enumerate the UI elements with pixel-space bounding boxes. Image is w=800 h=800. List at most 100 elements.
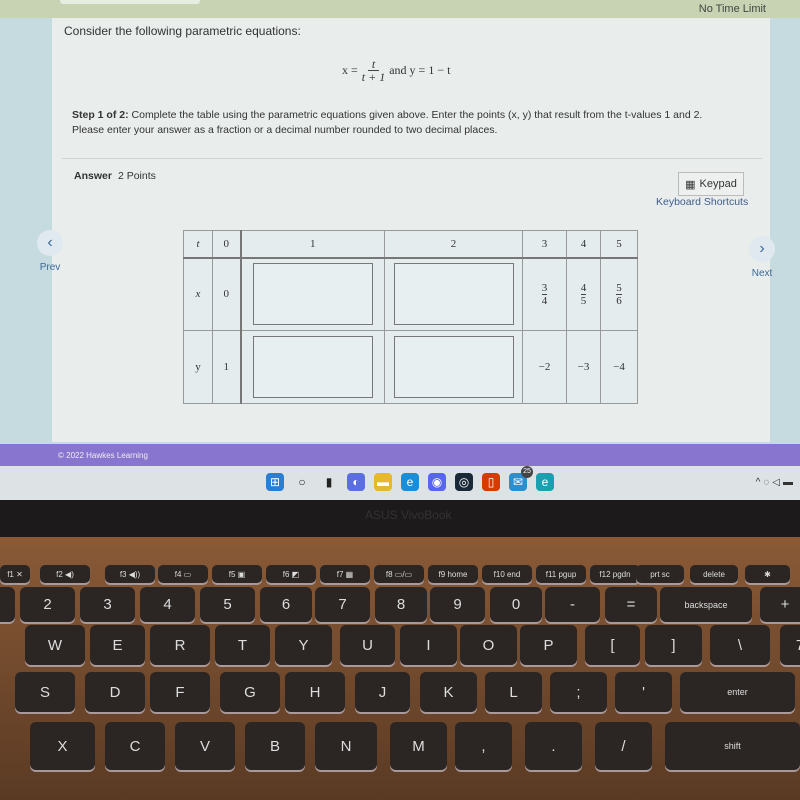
system-tray[interactable]: ^◌◁▬ (756, 477, 796, 488)
edge-beta-icon[interactable]: e (536, 473, 554, 491)
key-f11pgup[interactable]: f11 pgup (536, 565, 586, 583)
key-b[interactable]: B (245, 722, 305, 770)
edge-icon[interactable]: e (401, 473, 419, 491)
mail-icon[interactable]: ✉ 25 (509, 466, 533, 491)
key-enter[interactable]: enter (680, 672, 795, 712)
taskbar-icons: ⊞ ○ ▮ ◐ ▬ e ◉ ◎ ▯ ✉ 25 e (266, 466, 554, 491)
key-f4[interactable]: f4 ▭ (158, 565, 208, 583)
key-delete[interactable]: delete (690, 565, 738, 583)
key-symbol[interactable]: ' (615, 672, 672, 712)
chevron-left-icon: ‹ (37, 230, 63, 256)
y-input-t1[interactable] (252, 336, 373, 398)
y-cell: −2 (522, 330, 567, 404)
key-symbol[interactable]: [ (585, 625, 640, 665)
key-p[interactable]: P (520, 625, 577, 665)
x-input-cell (240, 257, 385, 331)
key-6[interactable]: 6 (260, 587, 312, 622)
key-f[interactable]: F (150, 672, 210, 712)
key-symbol[interactable]: = (605, 587, 657, 622)
key-symbol[interactable]: , (455, 722, 512, 770)
key-f12pgdn[interactable]: f12 pgdn (590, 565, 640, 583)
key-f1[interactable]: f1 ✕ (0, 565, 30, 583)
key-symbol[interactable]: + (760, 587, 800, 622)
t-cell: 2 (384, 230, 523, 259)
key-e[interactable]: E (90, 625, 145, 665)
key-w[interactable]: W (25, 625, 85, 665)
key-l[interactable]: L (485, 672, 542, 712)
key-k[interactable]: K (420, 672, 477, 712)
key-8[interactable]: 8 (375, 587, 427, 622)
battery-icon: ▬ (783, 477, 796, 488)
key-i[interactable]: I (400, 625, 457, 665)
key-symbol[interactable]: \ (710, 625, 770, 665)
key-f6[interactable]: f6 ◩ (266, 565, 316, 583)
keypad-button[interactable]: ▦ Keypad (678, 172, 744, 196)
key-y[interactable]: Y (275, 625, 332, 665)
task-view-icon[interactable]: ▮ (320, 473, 338, 491)
y-input-t2[interactable] (393, 336, 514, 398)
top-tab[interactable] (60, 0, 200, 4)
key-g[interactable]: G (220, 672, 280, 712)
key-2[interactable]: 2 (20, 587, 75, 622)
chat-icon[interactable]: ◐ (347, 473, 365, 491)
x-input-t1[interactable] (252, 263, 373, 326)
office-icon[interactable]: ▯ (482, 473, 500, 491)
key-t[interactable]: T (215, 625, 270, 665)
key-f2[interactable]: f2 ◀) (40, 565, 90, 583)
x-input-t2[interactable] (393, 263, 514, 326)
prev-button[interactable]: ‹ Prev (30, 230, 70, 273)
key-r[interactable]: R (150, 625, 210, 665)
key-symbol[interactable]: ] (645, 625, 702, 665)
key-shift[interactable]: shift (665, 722, 800, 770)
fraction: 56 (616, 282, 622, 307)
key-symbol[interactable] (0, 587, 15, 622)
key-o[interactable]: O (460, 625, 517, 665)
key-symbol[interactable]: . (525, 722, 582, 770)
key-s[interactable]: S (15, 672, 75, 712)
key-4[interactable]: 4 (140, 587, 195, 622)
x-cell: 0 (212, 257, 242, 331)
key-x[interactable]: X (30, 722, 95, 770)
key-f8[interactable]: f8 ▭/▭ (374, 565, 424, 583)
key-9[interactable]: 9 (430, 587, 485, 622)
key-symbol[interactable]: / (595, 722, 652, 770)
key-3[interactable]: 3 (80, 587, 135, 622)
key-v[interactable]: V (175, 722, 235, 770)
key-j[interactable]: J (355, 672, 410, 712)
key-f10end[interactable]: f10 end (482, 565, 532, 583)
t-cell: 3 (522, 230, 567, 259)
keyboard-shortcuts-link[interactable]: Keyboard Shortcuts (656, 196, 748, 208)
key-backspace[interactable]: backspace (660, 587, 752, 622)
fraction: 34 (541, 282, 548, 307)
key-f7[interactable]: f7 ▦ (320, 565, 370, 583)
key-n[interactable]: N (315, 722, 377, 770)
key-7[interactable]: 7 (315, 587, 370, 622)
key-symbol[interactable]: ✱ (745, 565, 790, 583)
key-h[interactable]: H (285, 672, 345, 712)
answer-label: Answer (74, 170, 112, 182)
windows-icon[interactable]: ⊞ (266, 473, 284, 491)
key-f9home[interactable]: f9 home (428, 565, 478, 583)
prev-label: Prev (39, 262, 61, 273)
key-prtsc[interactable]: prt sc (636, 565, 684, 583)
key-7[interactable]: 7 (780, 625, 800, 665)
key-u[interactable]: U (340, 625, 395, 665)
key-f5[interactable]: f5 ▣ (212, 565, 262, 583)
key-symbol[interactable]: - (545, 587, 600, 622)
key-symbol[interactable]: ; (550, 672, 607, 712)
t-cell: 0 (212, 230, 242, 259)
key-c[interactable]: C (105, 722, 165, 770)
key-5[interactable]: 5 (200, 587, 255, 622)
chevron-right-icon: › (749, 236, 775, 262)
file-explorer-icon[interactable]: ▬ (374, 473, 392, 491)
key-f3[interactable]: f3 ◀)) (105, 565, 155, 583)
key-m[interactable]: M (390, 722, 447, 770)
screen: No Time Limit Consider the following par… (0, 0, 800, 500)
steam-icon[interactable]: ◎ (455, 473, 473, 491)
numerator: 4 (580, 281, 587, 295)
key-d[interactable]: D (85, 672, 145, 712)
search-icon[interactable]: ○ (293, 473, 311, 491)
discord-icon[interactable]: ◉ (428, 473, 446, 491)
next-button[interactable]: › Next (742, 236, 782, 279)
key-0[interactable]: 0 (490, 587, 542, 622)
